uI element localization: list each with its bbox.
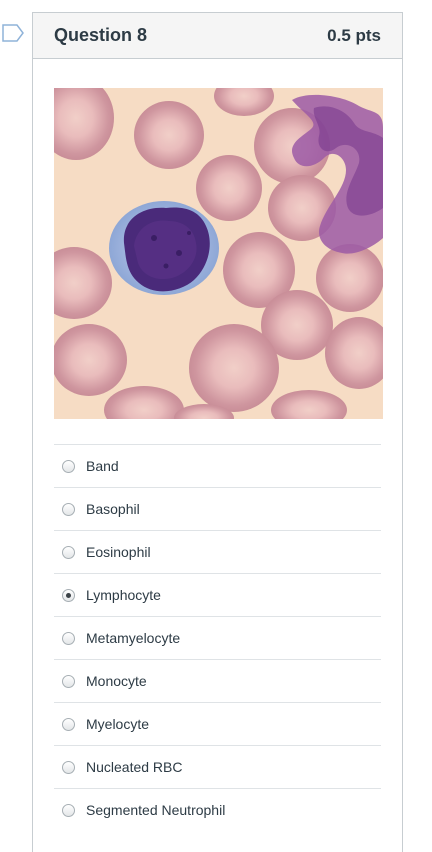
answer-label: Eosinophil [86, 544, 151, 560]
radio-button[interactable] [62, 674, 75, 688]
radio-button[interactable] [62, 717, 75, 731]
question-points: 0.5 pts [327, 25, 381, 45]
question-title: Question 8 [54, 25, 148, 45]
answer-label: Metamyelocyte [86, 630, 181, 646]
radio-button-selected[interactable] [62, 588, 75, 602]
answer-option[interactable]: Basophil [54, 487, 381, 530]
radio-button[interactable] [62, 760, 75, 774]
answer-option[interactable]: Monocyte [54, 659, 381, 702]
radio-button[interactable] [62, 631, 75, 645]
answer-option[interactable]: Metamyelocyte [54, 616, 381, 659]
radio-button[interactable] [62, 459, 75, 473]
question-body: Band Basophil Eosinophil Lymphocyte Meta… [33, 59, 402, 831]
question-flag-icon[interactable] [2, 24, 24, 42]
answer-option[interactable]: Lymphocyte [54, 573, 381, 616]
answer-label: Band [86, 458, 119, 474]
answer-option[interactable]: Band [54, 444, 381, 487]
answer-option[interactable]: Eosinophil [54, 530, 381, 573]
blood-smear-image [54, 88, 383, 419]
answer-label: Monocyte [86, 673, 147, 689]
answer-label: Nucleated RBC [86, 759, 183, 775]
question-header: Question 8 0.5 pts [33, 13, 402, 59]
answer-label: Lymphocyte [86, 587, 161, 603]
answer-option[interactable]: Segmented Neutrophil [54, 788, 381, 831]
question-card: Question 8 0.5 pts Band Basophil Eosinop… [32, 12, 403, 852]
answer-label: Basophil [86, 501, 140, 517]
answer-list: Band Basophil Eosinophil Lymphocyte Meta… [54, 444, 381, 831]
answer-option[interactable]: Nucleated RBC [54, 745, 381, 788]
answer-label: Myelocyte [86, 716, 150, 732]
radio-button[interactable] [62, 545, 75, 559]
answer-option[interactable]: Myelocyte [54, 702, 381, 745]
radio-button[interactable] [62, 803, 75, 817]
answer-label: Segmented Neutrophil [86, 802, 226, 818]
radio-button[interactable] [62, 502, 75, 516]
